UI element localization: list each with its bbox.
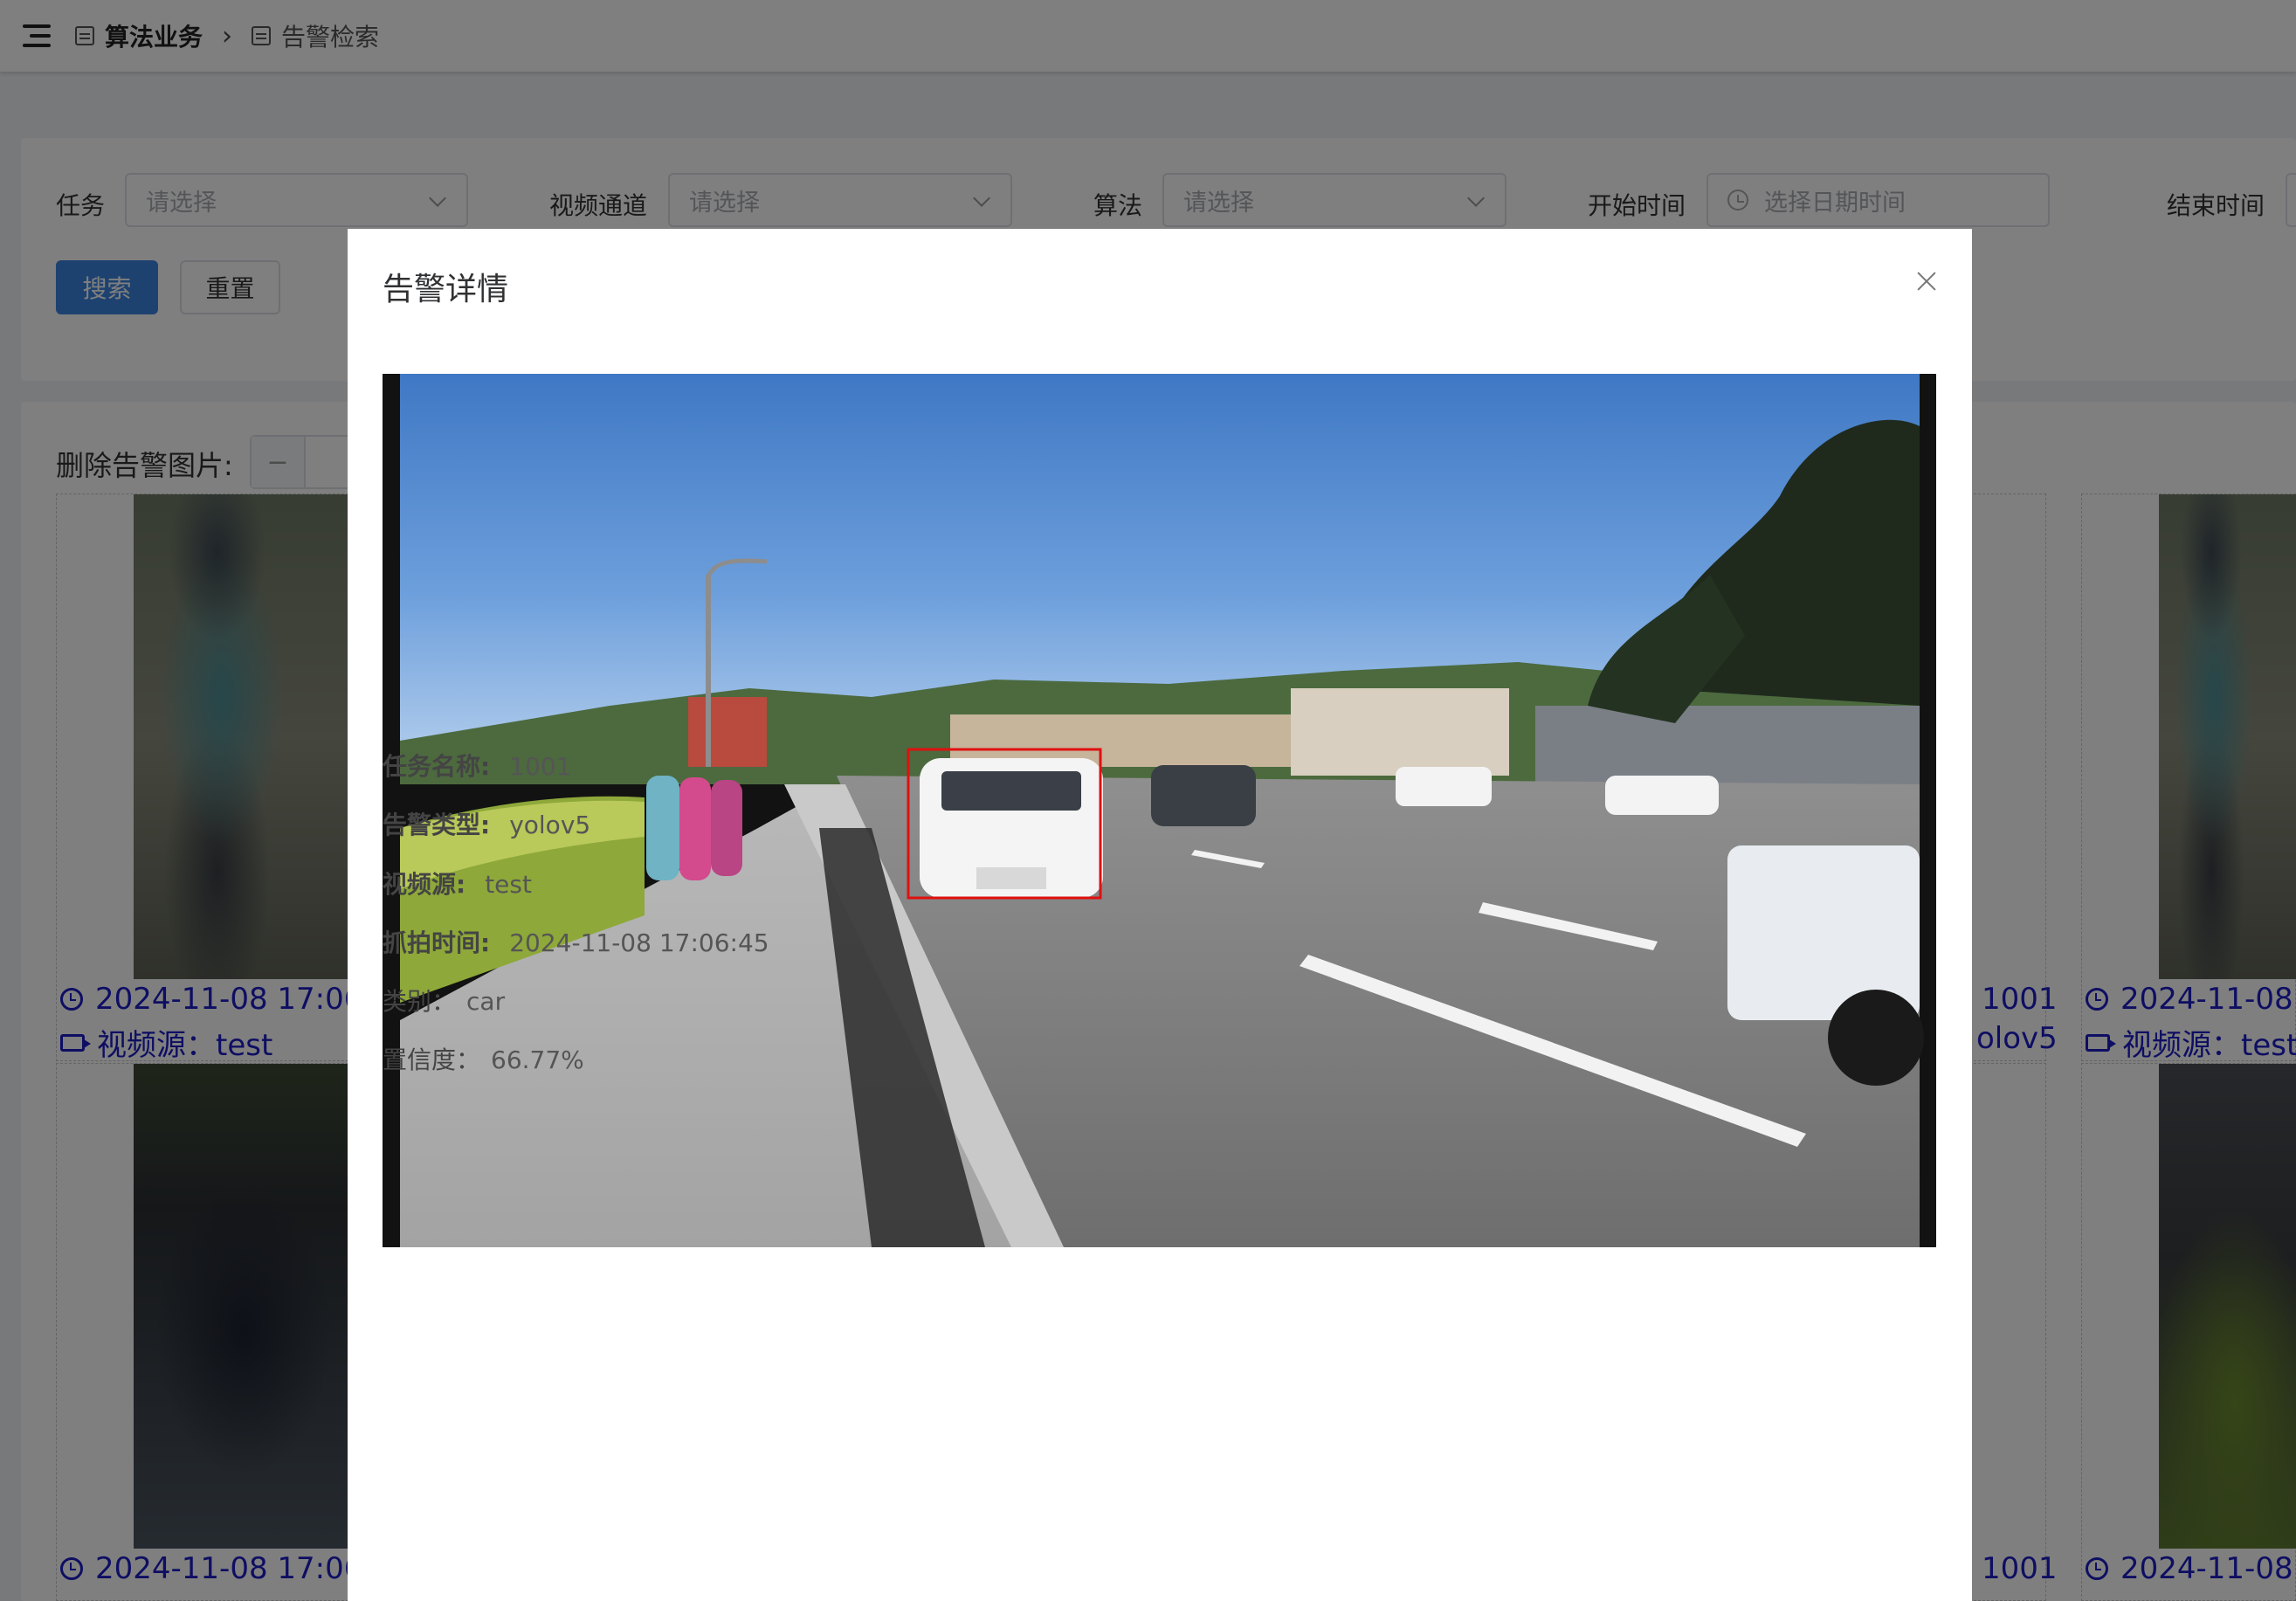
snapshot-scene [383,374,1936,1247]
alarm-detail-dialog: 告警详情 任务名称: 1001 告警类型: yolov5 视频源: test 抓… [348,229,1972,1601]
detail-confidence: 置信度： 66.77% [383,1045,584,1074]
detail-alarm-type: 告警类型: yolov5 [383,811,591,839]
detail-task-name: 任务名称: 1001 [383,752,572,781]
dialog-title: 告警详情 [383,272,509,307]
alarm-snapshot [383,374,1936,1247]
detail-video-source: 视频源: test [383,870,532,899]
detail-category: 类别： car [383,987,506,1016]
close-icon[interactable] [1916,271,1937,292]
detail-capture-time: 抓拍时间: 2024-11-08 17:06:45 [383,928,769,957]
